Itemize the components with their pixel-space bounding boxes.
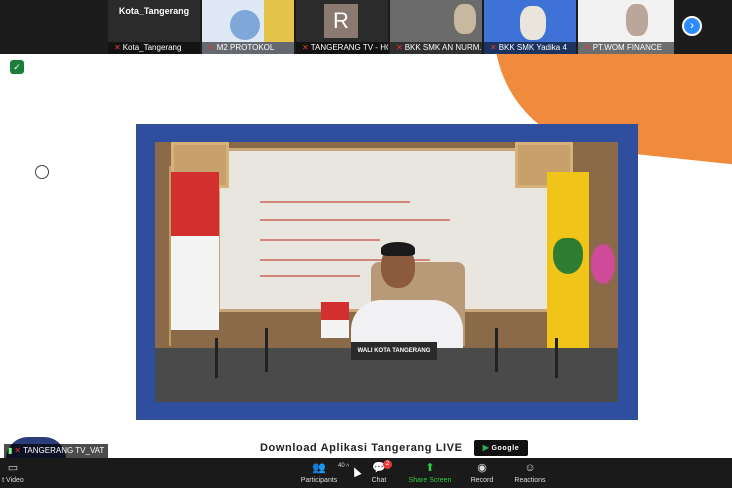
- participant-video: [454, 4, 476, 34]
- microphone-icon: [495, 328, 498, 372]
- participants-button[interactable]: 👥 40 Participants: [292, 458, 346, 488]
- muted-mic-icon: ✕: [14, 446, 22, 455]
- meeting-toolbar: ▭ t Video 👥 40 Participants ^ 💬 2 Chat ⬆…: [0, 458, 732, 488]
- participant-tile[interactable]: Kota_Tangerang ✕ Kota_Tangerang: [108, 0, 200, 54]
- person-hair: [381, 242, 415, 256]
- whiteboard-writing: [260, 219, 450, 221]
- participant-name: ✕ M2 PROTOKOL: [202, 42, 294, 54]
- participant-tile[interactable]: R ✕TANGERANG TV - HO...: [296, 0, 388, 54]
- shared-video: WALI KOTA TANGERANG: [155, 142, 618, 402]
- participant-tile[interactable]: ✕ BKK SMK Yadika 4: [484, 0, 576, 54]
- share-screen-icon: ⬆: [425, 462, 435, 474]
- muted-mic-icon: ✕: [396, 43, 403, 52]
- participant-tile[interactable]: ✕ M2 PROTOKOL: [202, 0, 294, 54]
- participant-name: ✕ BKK SMK Yadika 4: [484, 42, 576, 54]
- reactions-button[interactable]: ☺ Reactions: [510, 458, 550, 488]
- participant-name: ✕ BKK SMK AN NURM...: [390, 42, 482, 54]
- flag-white: [171, 236, 219, 330]
- muted-mic-icon: ✕: [584, 43, 591, 52]
- participant-tile[interactable]: ✕ BKK SMK AN NURM...: [390, 0, 482, 54]
- muted-mic-icon: ✕: [208, 43, 215, 52]
- desk-flag: [321, 302, 349, 320]
- whiteboard-writing: [260, 239, 380, 241]
- microphone-icon: [555, 338, 558, 378]
- video-icon: ▭: [7, 462, 19, 474]
- signal-icon: ▮: [8, 446, 13, 455]
- emblem-icon: [553, 238, 583, 274]
- muted-mic-icon: ✕: [302, 43, 309, 52]
- shield-icon[interactable]: ✓: [10, 60, 24, 74]
- participant-tile[interactable]: ✕ PT.WOM FINANCE: [578, 0, 674, 54]
- desk-flag: [321, 320, 349, 338]
- chevron-right-icon[interactable]: ›: [682, 16, 702, 36]
- participant-name: ✕ PT.WOM FINANCE: [578, 42, 674, 54]
- microphone-icon: [215, 338, 218, 378]
- flowers: [591, 244, 615, 284]
- chat-badge: 2: [383, 460, 392, 469]
- download-text: Download Aplikasi Tangerang LIVE: [260, 442, 463, 454]
- whiteboard-writing: [260, 275, 360, 277]
- participant-strip: Kota_Tangerang ✕ Kota_Tangerang ✕ M2 PROTO…: [0, 0, 732, 54]
- whiteboard-writing: [260, 201, 410, 203]
- cursor-icon: [35, 165, 49, 179]
- share-screen-button[interactable]: ⬆ Share Screen: [404, 458, 456, 488]
- self-view-label: ▮ ✕ TANGERANG TV_VAT: [4, 444, 109, 458]
- participant-video: [520, 6, 546, 40]
- reactions-icon: ☺: [524, 462, 536, 474]
- muted-mic-icon: ✕: [490, 43, 497, 52]
- google-play-badge: ▶Google Play: [474, 440, 528, 456]
- participant-background: [264, 0, 294, 42]
- nameplate: WALI KOTA TANGERANG: [351, 342, 437, 360]
- participant-name: ✕TANGERANG TV - HO...: [296, 42, 388, 54]
- play-store-icon: ▶: [482, 443, 490, 452]
- chat-button[interactable]: 💬 2 Chat: [364, 458, 394, 488]
- download-banner: Download Aplikasi Tangerang LIVE ▶ Google…: [0, 440, 732, 458]
- chevron-up-icon[interactable]: ^: [346, 464, 349, 471]
- participants-count: 40: [338, 463, 345, 469]
- avatar: R: [324, 4, 358, 38]
- participant-name: ✕ Kota_Tangerang: [108, 42, 200, 54]
- participant-name-large: Kota_Tangerang: [118, 6, 190, 16]
- microphone-icon: [265, 328, 268, 372]
- participant-video: [626, 4, 648, 36]
- muted-mic-icon: ✕: [114, 43, 121, 52]
- record-button[interactable]: ◉ Record: [466, 458, 498, 488]
- shared-screen: ✓ WALI KOTA TANGERANG Download Aplikasi …: [0, 54, 732, 458]
- record-icon: ◉: [477, 462, 487, 474]
- participant-video: [230, 10, 260, 40]
- video-button[interactable]: ▭ t Video: [0, 458, 26, 488]
- flag-red: [171, 172, 219, 236]
